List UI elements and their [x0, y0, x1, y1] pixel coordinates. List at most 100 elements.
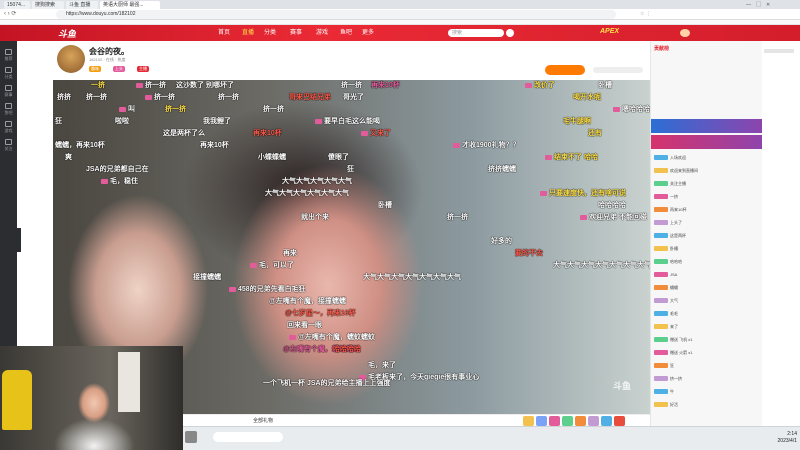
browser-tab[interactable]: 斗鱼 直播 — [66, 1, 98, 9]
danmaku-comment: 好多的 — [491, 238, 512, 245]
chat-text: 哈哈哈 — [670, 259, 682, 264]
danmaku-comment: 毛，可以了 — [250, 262, 294, 270]
promo-banner[interactable]: APEX — [600, 28, 660, 38]
chat-message: 牛 — [654, 389, 674, 395]
nav-category[interactable]: 分类 — [264, 28, 276, 38]
danmaku-comment: 这是两杯了么 — [163, 130, 205, 137]
chat-message: 哈哈哈 — [654, 259, 682, 265]
chat-text: 牛 — [670, 389, 674, 394]
rail-item[interactable]: 关注 — [1, 139, 16, 152]
danmaku-comment: 哥来巴结兄弟 — [289, 94, 331, 101]
promo-card[interactable] — [651, 135, 762, 149]
taskbar-search[interactable] — [213, 432, 283, 442]
collapse-handle[interactable] — [17, 228, 21, 252]
search-input[interactable]: 搜索 — [448, 29, 504, 37]
grid-icon — [5, 67, 12, 73]
tag-badge[interactable]: 上头 — [113, 66, 125, 72]
danmaku-comment: 毛，来了 — [368, 362, 396, 369]
chat-text: 挤一挤 — [670, 376, 682, 381]
browser-tab[interactable]: 搜狗搜索 — [32, 1, 64, 9]
gift-tab[interactable]: 全部礼物 — [253, 417, 293, 425]
nav-events[interactable]: 赛事 — [290, 28, 302, 38]
tag-badge[interactable]: 主播 — [137, 66, 149, 72]
user-badge-icon — [654, 285, 668, 291]
nav-arrows-icon[interactable]: ‹ › ⟳ — [4, 10, 16, 17]
share-button[interactable] — [593, 67, 643, 73]
danmaku-comment: 挤一挤 — [165, 106, 186, 113]
chat-text: 好活 — [670, 402, 678, 407]
user-avatar[interactable] — [680, 29, 690, 37]
danmaku-comment: JSA的兄弟都自己在 — [86, 166, 149, 173]
promo-card[interactable] — [651, 119, 762, 133]
nav-live[interactable]: 直播 — [242, 28, 254, 38]
follow-button[interactable] — [545, 65, 585, 75]
danmaku-comment: 喝开水呢 — [573, 94, 601, 101]
rail-label: 鱼吧 — [4, 110, 13, 115]
gift-icon[interactable] — [614, 416, 625, 426]
user-badge-icon — [654, 402, 668, 408]
chat-message: 欢迎来到直播间 — [654, 168, 698, 174]
rail-label: 推荐 — [4, 56, 13, 61]
browser-tab-strip: 15074... 搜狗搜索 斗鱼 直播 英语大厨师 最强... — ▢ ✕ — [0, 0, 800, 9]
nav-more[interactable]: 更多 — [362, 28, 374, 38]
rail-item[interactable]: 推荐 — [1, 49, 16, 62]
danmaku-comment: 要的不去 — [515, 250, 543, 257]
rail-item[interactable]: 赛事 — [1, 85, 16, 98]
chat-text: 再来10杯 — [670, 207, 687, 212]
danmaku-comment: 挤挤 — [57, 94, 71, 101]
danmaku-comment: 哥光了 — [343, 94, 364, 101]
user-badge-icon — [654, 350, 668, 356]
chat-message: 赠送 火箭 x1 — [654, 350, 692, 356]
danmaku-comment: 一个飞机一杯 JSA的兄弟给主播上上强度 — [263, 380, 391, 387]
danmaku-comment: 大气大气大气大气大气 — [282, 178, 352, 185]
danmaku-comment: 就出个来 — [301, 214, 329, 221]
chat-message: JSA — [654, 272, 677, 278]
chat-text: 蠕蠕 — [670, 285, 678, 290]
gift-rocket-icon[interactable] — [523, 416, 534, 426]
user-badge-icon — [654, 376, 668, 382]
gift-icon[interactable] — [575, 416, 586, 426]
user-badge-icon — [654, 389, 668, 395]
nav-home[interactable]: 首页 — [218, 28, 230, 38]
tag-badge[interactable]: 趣味 — [89, 66, 101, 72]
side-toolbar — [762, 41, 800, 426]
chat-message: 蠕蠕 — [654, 285, 678, 291]
danmaku-comment: 挤一挤 — [341, 82, 362, 89]
user-badge-icon — [654, 259, 668, 265]
start-icon[interactable] — [185, 431, 197, 443]
gift-icon[interactable] — [601, 416, 612, 426]
rail-item[interactable]: 游戏 — [1, 121, 16, 134]
rail-item[interactable]: 鱼吧 — [1, 103, 16, 116]
gaming-chair — [2, 370, 32, 430]
danmaku-comment: 小蝶蝶蠕 — [258, 154, 286, 161]
danmaku-comment: @左嘴有个魔，蠕蚊蠕蚊 — [289, 334, 375, 342]
danmaku-comment: 哈哈哈哈 — [598, 202, 626, 209]
danmaku-comment: 毛，稳住 — [101, 178, 138, 186]
rail-item[interactable]: 分类 — [1, 67, 16, 80]
window-controls[interactable]: — ▢ ✕ — [746, 1, 796, 8]
system-clock: 2:14 2023/4/1 — [736, 431, 800, 447]
search-icon[interactable] — [506, 29, 514, 37]
url-input[interactable]: https://www.douyu.com/182102 — [56, 10, 616, 19]
site-logo[interactable]: 斗鱼 — [58, 27, 128, 39]
nav-fishbar[interactable]: 鱼吧 — [340, 28, 352, 38]
danmaku-comment: 毛牛腿啊 — [563, 118, 591, 125]
danmaku-comment: 我我鲤了 — [203, 118, 231, 125]
extensions-icon[interactable]: ☆ ⋮ — [640, 11, 651, 17]
danmaku-comment: @七岁星～，再来10杯 — [285, 310, 356, 317]
gift-card-icon[interactable] — [549, 416, 560, 426]
browser-tab[interactable]: 15074... — [4, 1, 30, 9]
gamepad-icon — [5, 121, 12, 127]
gift-icon[interactable] — [588, 416, 599, 426]
gift-fishball-icon[interactable] — [562, 416, 573, 426]
danmaku-comment: 哈哈哈哈 — [333, 346, 361, 353]
gift-plane-icon[interactable] — [536, 416, 547, 426]
chat-message: 再来10杯 — [654, 207, 686, 213]
danmaku-comment: 挤一挤 — [136, 82, 166, 90]
danmaku-comment: 改价了 — [525, 82, 555, 90]
streamer-avatar[interactable] — [57, 45, 85, 73]
nav-games[interactable]: 游戏 — [316, 28, 328, 38]
danmaku-comment: 挤一挤 — [145, 94, 175, 102]
browser-tab-active[interactable]: 英语大厨师 最强... — [100, 1, 160, 9]
danmaku-comment: 挤一挤 — [218, 94, 239, 101]
